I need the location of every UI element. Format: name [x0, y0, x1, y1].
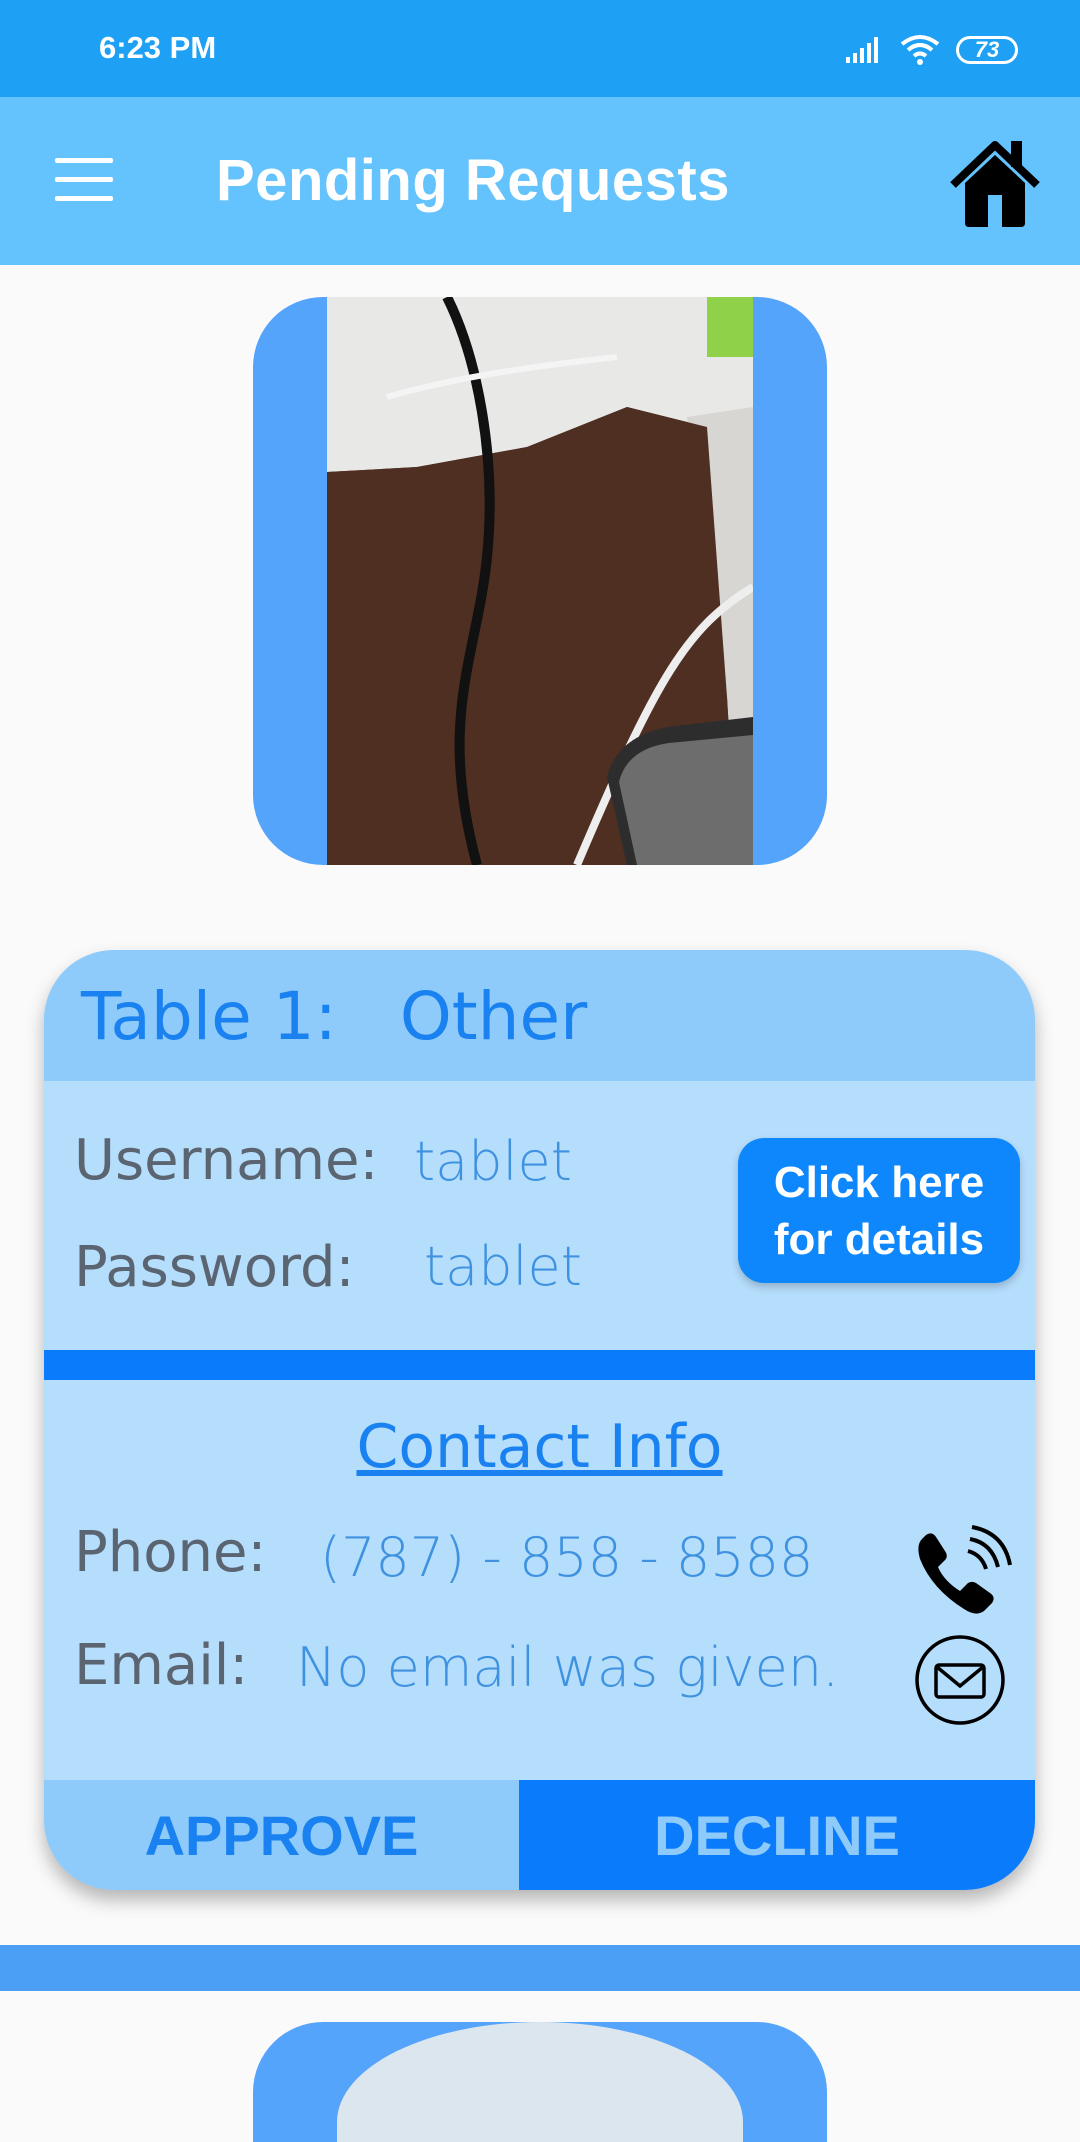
status-bar: 6:23 PM 73 — [0, 0, 1080, 97]
username-label: Username: — [74, 1128, 379, 1193]
card-header: Table 1: Other — [44, 950, 1035, 1081]
username-value: tablet — [414, 1130, 572, 1193]
next-request-photo-frame — [253, 2022, 827, 2142]
request-photo[interactable] — [327, 297, 753, 865]
status-time: 6:23 PM — [99, 30, 217, 65]
page-title: Pending Requests — [216, 148, 730, 213]
contact-info-title: Contact Info — [356, 1412, 723, 1482]
card-divider — [44, 1350, 1035, 1380]
details-button-label: Click here for details — [773, 1157, 985, 1264]
email-value: No email was given. — [296, 1636, 840, 1699]
decline-button[interactable]: DECLINE — [519, 1780, 1035, 1890]
list-separator — [0, 1945, 1080, 1991]
phone-label: Phone: — [74, 1520, 267, 1585]
details-button[interactable]: Click here for details — [738, 1138, 1020, 1283]
approve-button[interactable]: APPROVE — [44, 1780, 519, 1890]
card-title: Table 1: Other — [81, 978, 588, 1055]
next-request-photo[interactable] — [337, 2022, 743, 2142]
wifi-icon — [900, 35, 940, 65]
email-label: Email: — [74, 1633, 249, 1698]
menu-icon[interactable] — [55, 158, 113, 202]
app-bar: Pending Requests — [0, 97, 1080, 265]
status-icons: 73 — [844, 34, 1018, 66]
phone-value: (787) - 858 - 8588 — [320, 1526, 814, 1589]
request-photo-frame — [253, 297, 827, 865]
mail-icon[interactable] — [914, 1634, 1006, 1726]
signal-icon — [846, 37, 878, 63]
home-icon[interactable] — [947, 137, 1043, 229]
battery-icon: 73 — [956, 36, 1018, 64]
password-value: tablet — [424, 1235, 582, 1298]
password-label: Password: — [74, 1235, 355, 1300]
phone-icon[interactable] — [912, 1525, 1012, 1621]
request-card: Table 1: Other Username: tablet Password… — [44, 950, 1035, 1890]
